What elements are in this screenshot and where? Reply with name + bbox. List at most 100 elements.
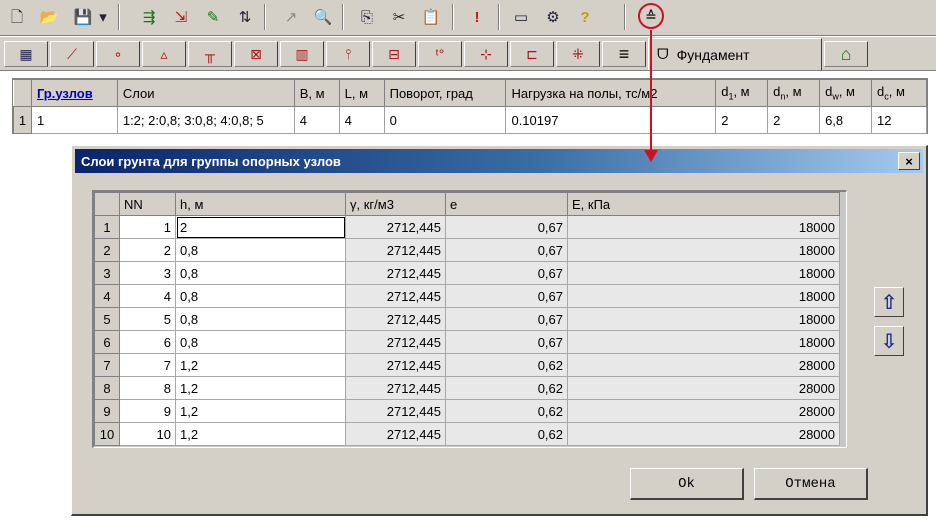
cell-h[interactable]: 0,8 (175, 307, 346, 331)
cell-modulus[interactable]: 18000 (567, 284, 840, 308)
cell-e[interactable]: 0,67 (445, 284, 568, 308)
row-header[interactable]: 1 (13, 106, 32, 134)
cell-nn[interactable]: 2 (119, 238, 176, 262)
cell-e[interactable]: 0,62 (445, 422, 568, 446)
new-file-icon[interactable]: 🗋 (4, 4, 30, 30)
cell-gamma[interactable]: 2712,445 (345, 238, 446, 262)
cell-group[interactable]: 1 (30, 106, 118, 134)
cell-h[interactable]: 2 (175, 215, 346, 239)
cell-nn[interactable]: 8 (119, 376, 176, 400)
close-icon[interactable]: × (898, 152, 920, 170)
cell-h[interactable]: 1,2 (175, 353, 346, 377)
col-header-dc[interactable]: dc, м (871, 79, 927, 107)
col-header-l[interactable]: L, м (338, 79, 385, 107)
paste-icon[interactable]: 📋 (418, 4, 444, 30)
save-icon[interactable]: 💾 (70, 4, 96, 30)
col-header-b[interactable]: B, м (293, 79, 340, 107)
tab-node[interactable]: ∘ (96, 41, 140, 67)
tab-home[interactable]: ⌂ (824, 41, 868, 67)
table-row[interactable]: 5 5 0,8 2712,445 0,67 18000 (94, 307, 840, 331)
cell-nn[interactable]: 1 (119, 215, 176, 239)
exclamation-icon[interactable]: ! (464, 4, 490, 30)
cell-gamma[interactable]: 2712,445 (345, 376, 446, 400)
tab-support[interactable]: ▵ (142, 41, 186, 67)
cut-icon[interactable]: ✂ (386, 4, 412, 30)
dialog-title-bar[interactable]: Слои грунта для группы опорных узлов × (75, 149, 923, 173)
foundation-tool-icon[interactable]: ≙ (638, 3, 664, 29)
table-row[interactable]: 1 1 1:2; 2:0,8; 3:0,8; 4:0,8; 5 4 4 0 0.… (13, 106, 927, 134)
cell-gamma[interactable]: 2712,445 (345, 422, 446, 446)
cell-gamma[interactable]: 2712,445 (345, 353, 446, 377)
cell-dn[interactable]: 2 (767, 106, 821, 134)
settings-icon[interactable]: ⚙ (540, 4, 566, 30)
row-header[interactable]: 3 (94, 261, 120, 285)
tab-axes[interactable]: ⊹ (464, 41, 508, 67)
cell-nn[interactable]: 6 (119, 330, 176, 354)
window-icon[interactable]: ▭ (508, 4, 534, 30)
zoom-icon[interactable]: 🔍 (310, 4, 336, 30)
cell-modulus[interactable]: 28000 (567, 422, 840, 446)
cell-nn[interactable]: 10 (119, 422, 176, 446)
cell-e[interactable]: 0,67 (445, 261, 568, 285)
cell-h[interactable]: 0,8 (175, 238, 346, 262)
cell-b[interactable]: 4 (293, 106, 340, 134)
tab-force[interactable]: ⫯ (326, 41, 370, 67)
add-row-icon[interactable]: ⇶ (136, 4, 162, 30)
cell-nn[interactable]: 5 (119, 307, 176, 331)
col-header-dw[interactable]: dw, м (819, 79, 873, 107)
cell-e[interactable]: 0,62 (445, 376, 568, 400)
cell-l[interactable]: 4 (338, 106, 385, 134)
cell-h[interactable]: 1,2 (175, 422, 346, 446)
tab-distributed-load[interactable]: ▥ (280, 41, 324, 67)
cell-e[interactable]: 0,67 (445, 215, 568, 239)
tab-delete-load[interactable]: ⊠ (234, 41, 278, 67)
cell-dw[interactable]: 6,8 (819, 106, 873, 134)
cell-gamma[interactable]: 2712,445 (345, 215, 446, 239)
col-header-group[interactable]: Гр.узлов (30, 79, 118, 107)
cancel-button[interactable]: Отмена (754, 468, 868, 500)
cell-modulus[interactable]: 18000 (567, 238, 840, 262)
row-header[interactable]: 10 (94, 422, 120, 446)
col-header-d1[interactable]: d1, м (715, 79, 769, 107)
col-header-load[interactable]: Нагрузка на полы, тс/м2 (505, 79, 717, 107)
tab-load[interactable]: ╥ (188, 41, 232, 67)
col-header-nn[interactable]: NN (119, 192, 176, 216)
cell-nn[interactable]: 4 (119, 284, 176, 308)
row-header[interactable]: 8 (94, 376, 120, 400)
cell-h[interactable]: 1,2 (175, 399, 346, 423)
col-header-modulus[interactable]: E, кПа (567, 192, 840, 216)
move-up-button[interactable]: ⇧ (874, 287, 904, 317)
tab-grid[interactable]: ▦ (4, 41, 48, 67)
tab-foundation[interactable]: ᗜ Фундамент (648, 38, 822, 70)
cell-e[interactable]: 0,67 (445, 307, 568, 331)
col-header-layers[interactable]: Слои (116, 79, 295, 107)
table-row[interactable]: 8 8 1,2 2712,445 0,62 28000 (94, 376, 840, 400)
cell-modulus[interactable]: 18000 (567, 307, 840, 331)
sort-icon[interactable]: ⇅ (232, 4, 258, 30)
cell-layers[interactable]: 1:2; 2:0,8; 3:0,8; 4:0,8; 5 (116, 106, 295, 134)
table-row[interactable]: 9 9 1,2 2712,445 0,62 28000 (94, 399, 840, 423)
tab-hinge[interactable]: ⊏ (510, 41, 554, 67)
cell-e[interactable]: 0,67 (445, 238, 568, 262)
cell-gamma[interactable]: 2712,445 (345, 284, 446, 308)
row-header[interactable]: 6 (94, 330, 120, 354)
cell-h[interactable]: 0,8 (175, 284, 346, 308)
cell-gamma[interactable]: 2712,445 (345, 261, 446, 285)
cell-nn[interactable]: 9 (119, 399, 176, 423)
cell-gamma[interactable]: 2712,445 (345, 307, 446, 331)
col-header-dn[interactable]: dn, м (767, 79, 821, 107)
row-header[interactable]: 4 (94, 284, 120, 308)
table-row[interactable]: 4 4 0,8 2712,445 0,67 18000 (94, 284, 840, 308)
dropdown-arrow-icon[interactable]: ▾ (96, 4, 110, 30)
cell-modulus[interactable]: 28000 (567, 376, 840, 400)
cell-e[interactable]: 0,67 (445, 330, 568, 354)
table-row[interactable]: 7 7 1,2 2712,445 0,62 28000 (94, 353, 840, 377)
cell-h[interactable]: 1,2 (175, 376, 346, 400)
col-header-gamma[interactable]: γ, кг/м3 (345, 192, 446, 216)
col-header-e[interactable]: e (445, 192, 568, 216)
cell-rotation[interactable]: 0 (383, 106, 507, 134)
cell-gamma[interactable]: 2712,445 (345, 399, 446, 423)
help-icon[interactable]: ? (572, 4, 598, 30)
tab-temperature[interactable]: ᵗ° (418, 41, 462, 67)
tab-pressure[interactable]: ⊟ (372, 41, 416, 67)
